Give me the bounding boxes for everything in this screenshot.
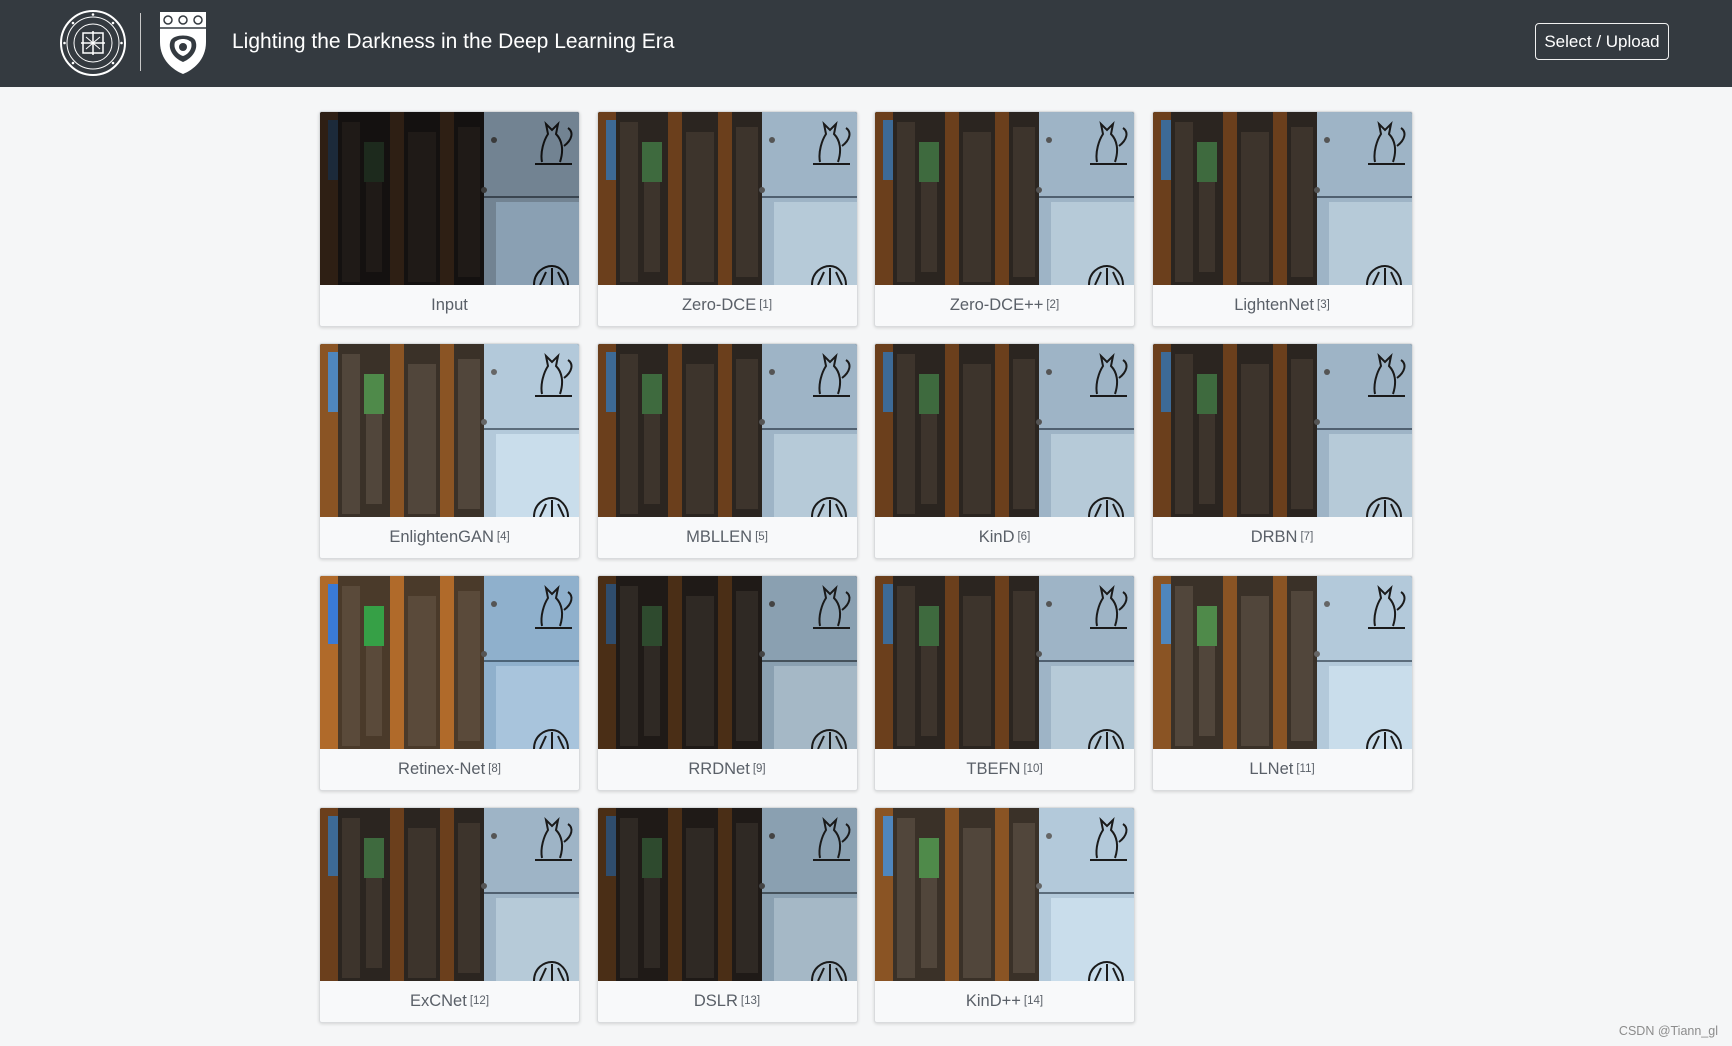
method-name: MBLLEN [686,528,753,546]
result-card-kind[interactable]: KinD++ [14] [874,807,1135,1023]
method-name: TBEFN [966,760,1021,778]
method-label: ExCNet [12] [320,981,579,1022]
logo-divider [140,13,141,71]
method-name: EnlightenGAN [389,528,494,546]
navbar: Lighting the Darkness in the Deep Learni… [0,0,1732,87]
result-card-lightennet[interactable]: LightenNet [3] [1151,111,1413,327]
result-card-tbefn[interactable]: TBEFN [10] [874,575,1135,791]
method-reference: [12] [469,994,490,1007]
method-label: Retinex-Net [8] [320,749,579,790]
nankai-university-logo-icon[interactable] [59,9,127,77]
method-reference: [10] [1023,762,1043,775]
method-label: Zero-DCE++ [2] [875,285,1134,326]
method-reference: [14] [1023,994,1044,1007]
method-reference: [13] [740,994,761,1007]
results-gallery: Input Zero-DCE [1] Zero-DCE++ [2] Lighte… [319,111,1413,1023]
method-reference: [3] [1317,298,1330,311]
result-card-excnet[interactable]: ExCNet [12] [319,807,580,1023]
method-name: Retinex-Net [398,760,486,778]
result-image[interactable] [597,808,857,981]
method-reference: [8] [488,762,501,775]
result-card-drbn[interactable]: DRBN [7] [1151,343,1413,559]
method-label: RRDNet [9] [598,749,857,790]
method-reference: [4] [496,530,510,543]
method-name: Zero-DCE [681,296,757,314]
result-image[interactable] [1152,112,1412,285]
method-name: DRBN [1250,528,1298,546]
method-name: KinD [978,528,1015,546]
method-label: Zero-DCE [1] [598,285,857,326]
result-card-retinex-net[interactable]: Retinex-Net [8] [319,575,580,791]
method-label: EnlightenGAN [4] [320,517,579,558]
method-label: DRBN [7] [1153,517,1412,558]
result-card-rrdnet[interactable]: RRDNet [9] [596,575,858,791]
result-card-kind[interactable]: KinD [6] [874,343,1135,559]
method-name: DSLR [693,992,738,1010]
method-label: Input [320,285,579,326]
method-label: MBLLEN [5] [598,517,857,558]
result-card-zero-dce[interactable]: Zero-DCE [1] [596,111,858,327]
method-reference: [2] [1046,298,1060,311]
result-image[interactable] [320,344,579,517]
result-card-enlightengan[interactable]: EnlightenGAN [4] [319,343,580,559]
result-image[interactable] [1152,344,1412,517]
result-card-input[interactable]: Input [319,111,580,327]
result-image[interactable] [1152,576,1412,749]
result-image[interactable] [320,112,579,285]
method-name: KinD++ [965,992,1021,1010]
method-name: RRDNet [688,760,750,778]
result-card-mbllen[interactable]: MBLLEN [5] [596,343,858,559]
result-card-zero-dce[interactable]: Zero-DCE++ [2] [874,111,1135,327]
method-reference: [6] [1017,530,1031,543]
result-image[interactable] [597,112,857,285]
method-reference: [11] [1296,762,1315,775]
method-name: Input [431,296,468,314]
method-reference: [5] [755,530,768,543]
method-name: ExCNet [409,992,467,1010]
method-name: LightenNet [1234,296,1314,314]
method-name: Zero-DCE++ [949,296,1044,314]
college-shield-logo-icon[interactable] [157,8,209,76]
method-reference: [9] [752,762,766,775]
result-card-dslr[interactable]: DSLR [13] [596,807,858,1023]
page-title[interactable]: Lighting the Darkness in the Deep Learni… [232,29,674,55]
method-label: DSLR [13] [598,981,857,1022]
result-card-llnet[interactable]: LLNet [11] [1151,575,1413,791]
method-label: LightenNet [3] [1153,285,1412,326]
result-image[interactable] [875,344,1134,517]
method-reference: [7] [1300,530,1314,543]
watermark: CSDN @Tiann_gl [1618,1024,1718,1038]
result-image[interactable] [597,344,857,517]
method-label: KinD [6] [875,517,1134,558]
result-image[interactable] [875,576,1134,749]
result-image[interactable] [320,576,579,749]
result-image[interactable] [320,808,579,981]
method-name: LLNet [1249,760,1294,778]
method-label: TBEFN [10] [875,749,1134,790]
method-label: KinD++ [14] [875,981,1134,1022]
result-image[interactable] [875,808,1134,981]
result-image[interactable] [597,576,857,749]
select-upload-button[interactable]: Select / Upload [1535,23,1669,60]
result-image[interactable] [875,112,1134,285]
method-label: LLNet [11] [1153,749,1412,790]
method-reference: [1] [759,298,773,311]
